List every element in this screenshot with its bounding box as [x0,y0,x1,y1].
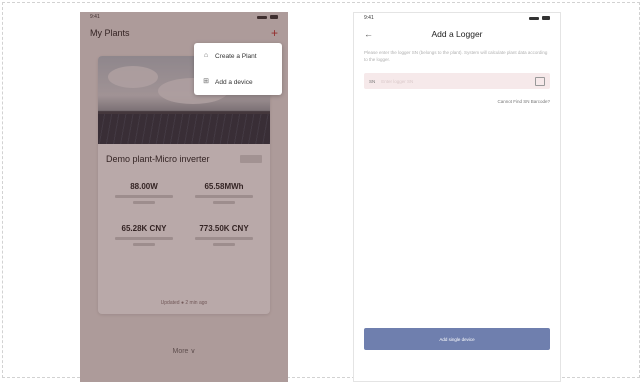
add-menu-button[interactable]: + [271,26,278,40]
menu-item-label: Create a Plant [215,52,257,60]
status-icons [529,16,550,20]
nav-bar: My Plants + [80,22,288,44]
logger-sn-field[interactable]: SN Enter logger SN [364,73,550,89]
back-arrow-icon[interactable]: ← [364,29,373,39]
menu-item-create-plant[interactable]: ⌂ Create a Plant [194,43,282,69]
create-plant-icon: ⌂ [203,52,209,59]
page-title: Add a Logger [431,29,483,39]
signal-icon [529,16,539,20]
add-device-icon: ⊞ [203,78,209,85]
stat-value: 773.50K CNY [199,224,249,233]
plant-tag-badge [240,155,262,163]
status-icons [257,15,278,19]
plant-title-row: Demo plant-Micro inverter [98,144,270,164]
add-popup-menu: ⌂ Create a Plant ⊞ Add a device [194,43,282,95]
stat-item: 88.00W [104,182,184,204]
page-title: My Plants [90,28,130,38]
stat-item: 65.58MWh [184,182,264,204]
battery-icon [542,16,550,20]
status-time: 9:41 [364,15,374,21]
stat-item: 65.28K CNY [104,224,184,246]
status-time: 9:41 [90,14,100,20]
scan-barcode-icon[interactable] [535,76,545,86]
sn-input-placeholder[interactable]: Enter logger SN [381,79,535,84]
solar-panel-image [98,114,270,144]
status-bar: 9:41 [80,12,288,22]
menu-item-add-device[interactable]: ⊞ Add a device [194,69,282,95]
stat-value: 65.58MWh [204,182,244,191]
more-button[interactable]: More ∨ [80,347,288,355]
cannot-find-sn-link[interactable]: Cannot Find SN Barcode? [354,89,560,104]
stat-value: 88.00W [130,182,158,191]
add-device-button[interactable]: Add single device [364,328,550,350]
instructions-text: Please enter the logger SN (belongs to t… [364,50,548,62]
signal-icon [257,15,267,19]
nav-bar: ← Add a Logger [354,23,560,45]
stat-item: 773.50K CNY [184,224,264,246]
plant-name: Demo plant-Micro inverter [106,154,210,164]
stat-value: 65.28K CNY [121,224,167,233]
status-bar: 9:41 [354,13,560,23]
menu-item-label: Add a device [215,78,253,86]
sn-prefix-label: SN [369,78,376,84]
add-logger-screen: 9:41 ← Add a Logger Please enter the log… [353,12,561,382]
battery-icon [270,15,278,19]
plant-updated-text: Updated ● 2 min ago [160,300,208,306]
plant-stats: 88.00W 65.58MWh 65.28K CNY 773.50K CNY [98,164,270,246]
